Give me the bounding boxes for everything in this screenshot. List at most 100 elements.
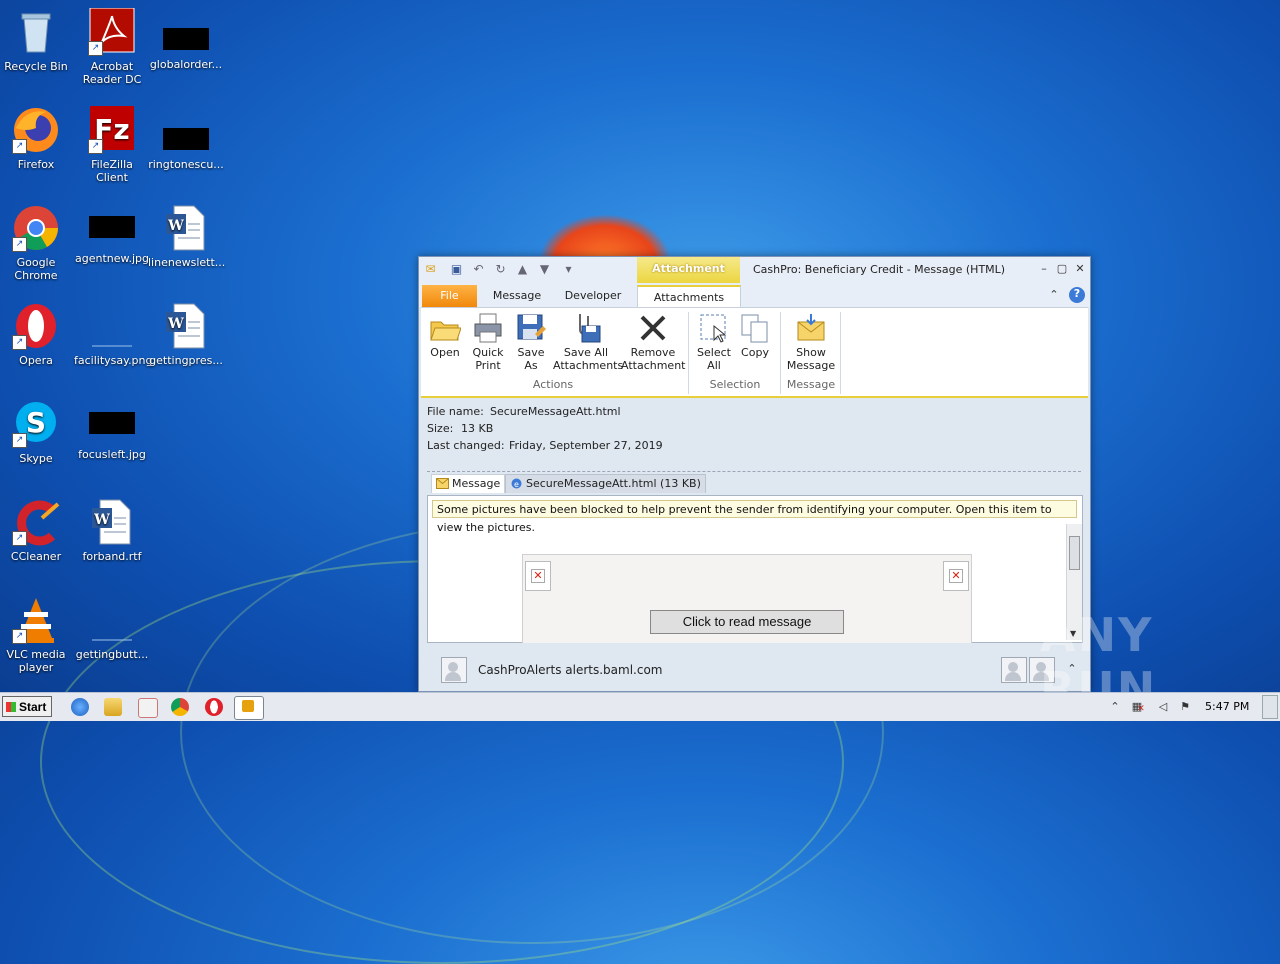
start-button[interactable]: Start [2,696,52,717]
customize-toolbar-icon[interactable]: ▾ [561,262,576,277]
maximize-icon[interactable]: ▢ [1055,262,1069,276]
file-name-value: SecureMessageAtt.html [490,405,621,418]
desktop-icon-firefox[interactable]: ↗ Firefox [0,106,74,171]
opera-icon: ↗ [12,302,60,350]
desktop-icon-focusleft[interactable]: focusleft.jpg [74,400,150,461]
desktop-icon-ccleaner[interactable]: ↗ CCleaner [0,498,74,563]
save-as-label: Save As [517,346,545,372]
desktop-icon-agentnew[interactable]: agentnew.jpg [74,204,150,265]
next-item-icon[interactable]: ▼ [537,262,552,277]
desktop-icon-label: Skype [19,452,53,465]
save-as-button[interactable]: Save As [513,312,549,372]
sender-name[interactable]: CashProAlerts alerts.baml.com [478,663,662,677]
firefox-icon: ↗ [12,106,60,154]
tab-message-body-label: Message [452,477,501,490]
undo-icon[interactable]: ↶ [471,262,486,277]
desktop-icon-linenewslett[interactable]: W linenewslett... [148,204,225,269]
taskbar: Start ⌃ ▦ ✕ ◁ ⚑ 5:47 PM [0,692,1280,721]
close-icon[interactable]: ✕ [1073,262,1087,276]
last-changed-label: Last changed: [427,439,505,452]
save-all-attachments-icon [570,312,602,344]
quick-print-button[interactable]: Quick Print [467,312,509,372]
recycle-bin-icon [12,8,60,56]
tab-attachment-file[interactable]: e SecureMessageAtt.html (13 KB) [505,474,706,493]
open-folder-icon [429,312,462,344]
shortcut-arrow-icon: ↗ [12,237,27,252]
scrollbar-thumb[interactable] [1069,536,1080,570]
desktop-icon-ringtonescu[interactable]: ringtonescu... [148,106,224,171]
desktop-icon-skype[interactable]: S ↗ Skype [0,400,74,465]
redacted-thumbnail [163,28,209,50]
tab-file[interactable]: File [422,285,477,307]
desktop-icon-filezilla[interactable]: Fz ↗ FileZilla Client [74,106,150,184]
select-all-button[interactable]: Select All [695,312,733,372]
media-player-icon[interactable] [138,698,158,718]
chrome-taskbar-icon[interactable] [171,698,189,716]
desktop-icon-vlc[interactable]: ↗ VLC media player [0,596,74,674]
svg-text:W: W [167,316,184,332]
show-desktop-button[interactable] [1262,695,1278,719]
desktop-icon-label: forband.rtf [82,550,142,563]
tab-message[interactable]: Message [485,285,549,307]
click-to-read-message-button[interactable]: Click to read message [650,610,844,634]
envelope-icon: ✉ [425,262,436,276]
taskbar-clock[interactable]: 5:47 PM [1205,700,1249,713]
outlook-message-window: ✉ ▣ ↶ ↻ ▲ ▼ ▾ Attachment Tools CashPro: … [418,256,1091,692]
ribbon-tabs: File Message Developer Attachments ⌃ ? [419,283,1090,310]
collapse-ribbon-icon[interactable]: ⌃ [1047,288,1061,302]
desktop-icon-globalorder[interactable]: globalorder... [148,8,224,71]
desktop-icon-label: agentnew.jpg [74,252,150,265]
chrome-icon: ↗ [12,204,60,252]
show-message-label: Show Message [786,346,836,372]
desktop-icon-google-chrome[interactable]: ↗ Google Chrome [0,204,74,282]
ribbon: Open Quick Print Save As Save All Attach… [421,307,1088,398]
tab-developer[interactable]: Developer [557,285,629,307]
desktop-icon-label: facilitysay.png [74,354,153,367]
previous-item-icon[interactable]: ▲ [515,262,530,277]
image-file-icon [88,302,136,350]
save-all-attachments-label: Save All Attachments [553,346,624,372]
desktop-icon-forband[interactable]: W forband.rtf [74,498,150,563]
desktop-icon-facilitysay[interactable]: facilitysay.png [74,302,153,367]
flag-icon[interactable]: ⚑ [1178,700,1192,714]
select-all-label: Select All [697,346,731,372]
redacted-thumbnail [89,216,135,238]
shortcut-arrow-icon: ↗ [12,139,27,154]
blocked-pictures-infobar[interactable]: Some pictures have been blocked to help … [432,500,1077,534]
save-icon[interactable]: ▣ [449,262,464,277]
save-all-attachments-button[interactable]: Save All Attachments [553,312,623,372]
desktop-icon-gettingpres[interactable]: W gettingpres... [148,302,224,367]
remove-attachment-button[interactable]: Remove Attachment [621,312,686,372]
desktop-icon-label: focusleft.jpg [78,448,146,461]
file-explorer-icon[interactable] [104,698,122,716]
show-message-button[interactable]: Show Message [785,312,837,372]
start-label: Start [19,700,47,714]
contact-avatar [1001,657,1027,683]
word-document-icon: W [162,204,210,252]
action-center-icon[interactable]: ✕ [1134,702,1148,716]
open-button[interactable]: Open [427,312,463,359]
show-hidden-icons-icon[interactable]: ⌃ [1108,700,1122,714]
outlook-taskbar-icon[interactable] [234,696,264,720]
shortcut-arrow-icon: ↗ [12,629,27,644]
desktop-icon-gettingbutt[interactable]: gettingbutt... [74,596,150,661]
desktop-icon-label: globalorder... [149,58,223,71]
redacted-thumbnail [163,128,209,150]
desktop-icon-acrobat[interactable]: ↗ Acrobat Reader DC [74,7,150,86]
desktop-icon-opera[interactable]: ↗ Opera [0,302,74,367]
desktop-icon-label: gettingpres... [149,354,223,367]
copy-button[interactable]: Copy [737,312,773,359]
help-icon[interactable]: ? [1069,287,1085,303]
opera-taskbar-icon[interactable] [205,698,223,716]
redo-icon[interactable]: ↻ [493,262,508,277]
title-bar: ✉ ▣ ↶ ↻ ▲ ▼ ▾ Attachment Tools CashPro: … [419,257,1090,299]
broken-image-icon: ✕ [943,561,969,591]
remove-x-icon [637,312,669,344]
internet-explorer-icon[interactable] [71,698,89,716]
desktop-icon-recycle-bin[interactable]: Recycle Bin [0,8,74,73]
word-document-icon: W [162,302,210,350]
minimize-icon[interactable]: – [1037,262,1051,276]
tab-message-body[interactable]: Message [431,474,506,493]
volume-icon[interactable]: ◁ [1156,700,1170,714]
shortcut-arrow-icon: ↗ [88,139,103,154]
